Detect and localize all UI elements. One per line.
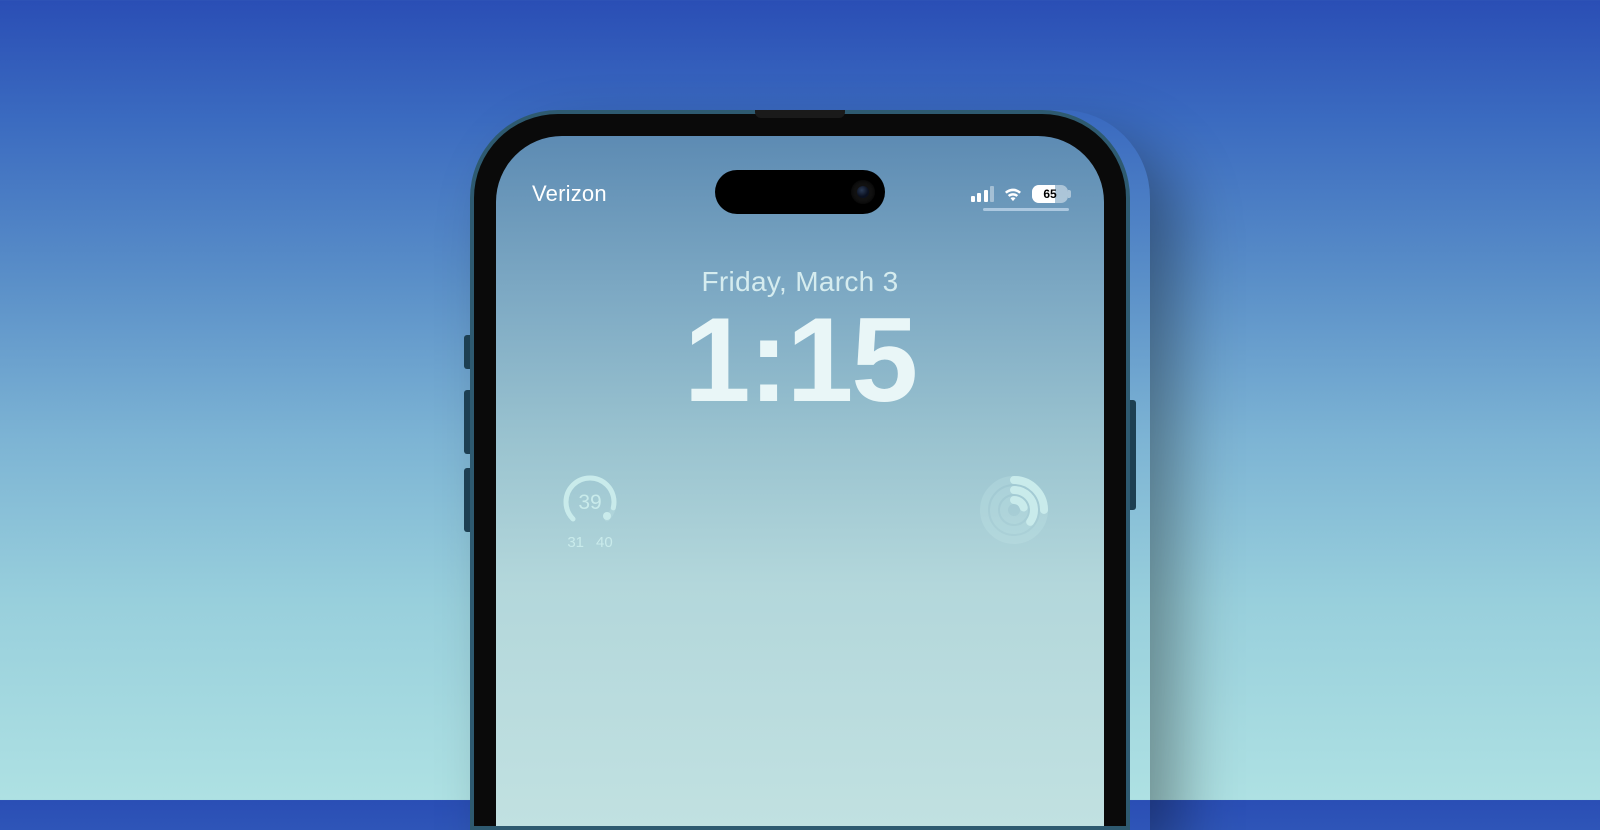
status-underline [983, 208, 1069, 211]
weather-widget[interactable]: 39 31 40 [550, 474, 630, 551]
battery-indicator: 65 [1032, 185, 1068, 203]
lockscreen-widget-row: 39 31 40 [496, 474, 1104, 584]
wifi-icon [1002, 186, 1024, 202]
front-camera-icon [851, 180, 875, 204]
activity-rings-widget[interactable] [978, 474, 1050, 546]
phone-bezel: Verizon 65 Friday, [474, 114, 1126, 826]
side-button[interactable] [1130, 400, 1136, 510]
mute-switch[interactable] [464, 335, 470, 369]
carrier-label: Verizon [532, 181, 607, 207]
status-right-group: 65 [971, 185, 1069, 203]
earpiece-grille [755, 110, 845, 118]
iphone-device-frame: Verizon 65 Friday, [470, 110, 1130, 830]
lockscreen-time[interactable]: 1:15 [496, 294, 1104, 426]
weather-current-temp: 39 [550, 491, 630, 515]
battery-percent-label: 65 [1032, 185, 1068, 203]
cellular-signal-icon [971, 186, 995, 202]
dynamic-island[interactable] [715, 170, 885, 214]
volume-down-button[interactable] [464, 468, 470, 532]
lock-screen[interactable]: Verizon 65 Friday, [496, 136, 1104, 826]
weather-high-temp: 40 [596, 534, 613, 551]
activity-rings-icon [978, 474, 1050, 546]
weather-low-temp: 31 [567, 534, 584, 551]
volume-up-button[interactable] [464, 390, 470, 454]
